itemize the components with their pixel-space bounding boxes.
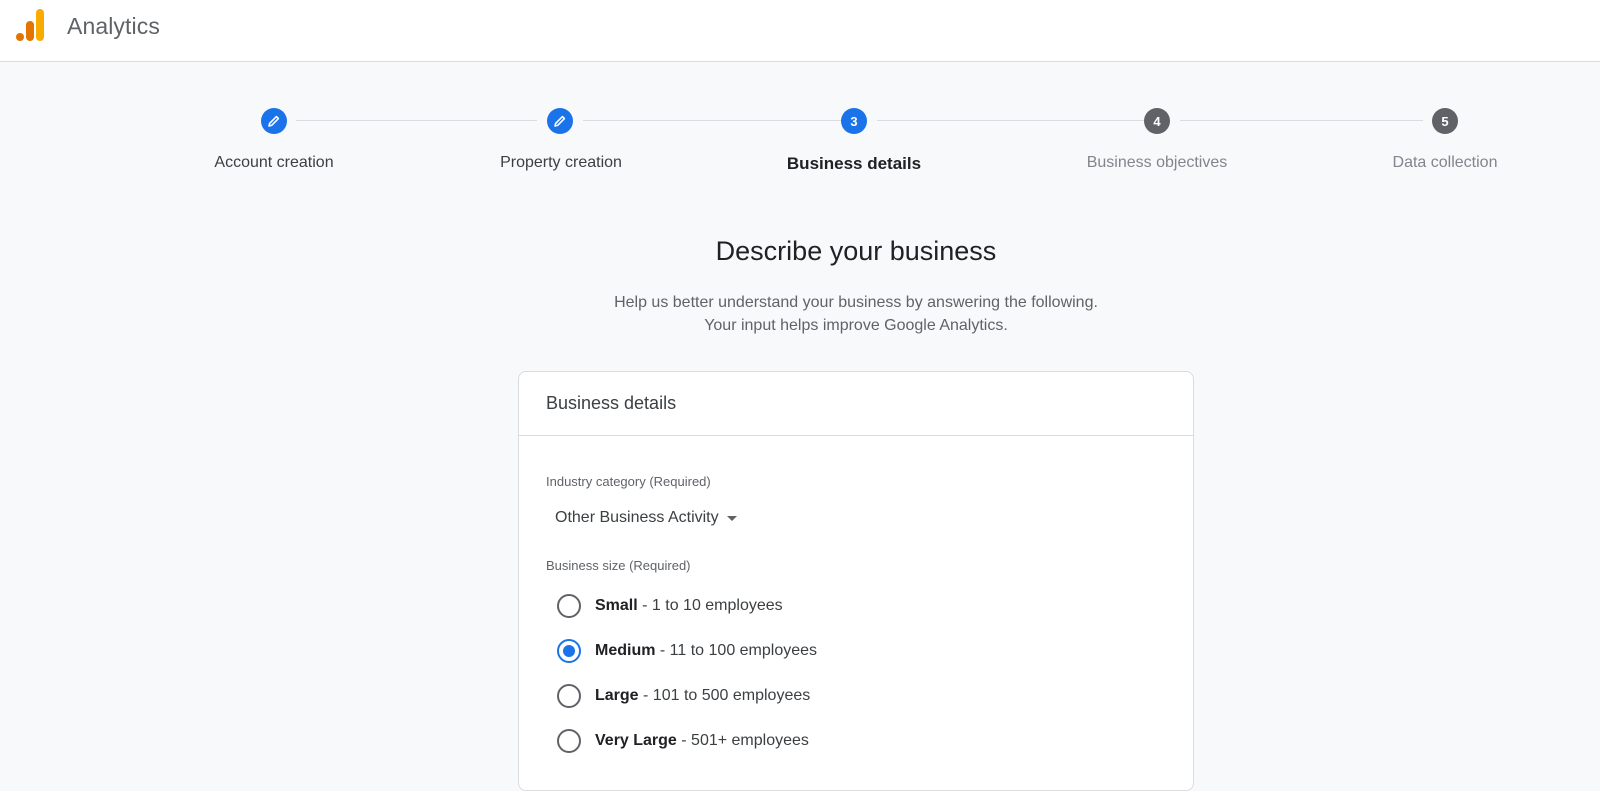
step-2-circle [547,108,573,134]
setup-stepper: 3 4 5 Account creation Property creation… [0,100,1600,180]
industry-category-value: Other Business Activity [555,509,719,526]
page-subtitle-line-1: Help us better understand your business … [614,294,1098,311]
business-size-option-small[interactable]: Small - 1 to 10 employees [557,590,783,622]
step-connector [296,120,537,121]
business-size-option-medium[interactable]: Medium - 11 to 100 employees [557,635,817,667]
business-size-option-large[interactable]: Large - 101 to 500 employees [557,680,810,712]
step-connector [583,120,841,121]
analytics-logo-icon[interactable] [16,9,48,43]
pencil-icon [268,115,280,127]
radio-button[interactable] [557,684,581,708]
caret-down-icon [726,515,737,521]
industry-category-label: Industry category (Required) [546,474,711,489]
option-description: - 11 to 100 employees [655,642,818,659]
industry-category-dropdown[interactable]: Other Business Activity [546,504,746,532]
option-name: Medium [595,642,656,659]
business-size-label: Business size (Required) [546,558,691,573]
app-title[interactable]: Analytics [67,13,160,40]
step-connector [877,120,1144,121]
radio-button[interactable] [557,729,581,753]
step-label-business-objectives: Business objectives [1086,154,1228,171]
option-description: - 1 to 10 employees [637,597,783,614]
option-text: Medium - 11 to 100 employees [595,642,817,660]
pencil-icon [554,115,566,127]
card-title: Business details [519,372,1193,436]
page-subtitle: Help us better understand your business … [0,291,1600,337]
option-name: Small [595,597,638,614]
step-label-account-creation[interactable]: Account creation [154,154,394,172]
option-description: - 101 to 500 employees [638,687,811,704]
radio-button-selected[interactable] [557,639,581,663]
step-4-circle: 4 [1144,108,1170,134]
page-title: Describe your business [715,236,997,266]
top-bar: Analytics [0,0,1600,62]
step-3-circle: 3 [841,108,867,134]
option-text: Small - 1 to 10 employees [595,597,783,615]
option-name: Very Large [595,732,677,749]
step-label-property-creation[interactable]: Property creation [441,154,681,172]
option-name: Large [595,687,639,704]
option-text: Large - 101 to 500 employees [595,687,810,705]
business-size-option-very-large[interactable]: Very Large - 501+ employees [557,725,809,757]
page-subtitle-line-2: Your input helps improve Google Analytic… [704,317,1008,334]
step-label-data-collection: Data collection [1392,154,1498,171]
step-1-circle [261,108,287,134]
step-label-business-details: Business details [786,154,922,173]
option-description: - 501+ employees [676,732,809,749]
business-details-card: Business details Industry category (Requ… [518,371,1194,791]
step-connector [1180,120,1423,121]
radio-button[interactable] [557,594,581,618]
step-5-circle: 5 [1432,108,1458,134]
option-text: Very Large - 501+ employees [595,732,809,750]
